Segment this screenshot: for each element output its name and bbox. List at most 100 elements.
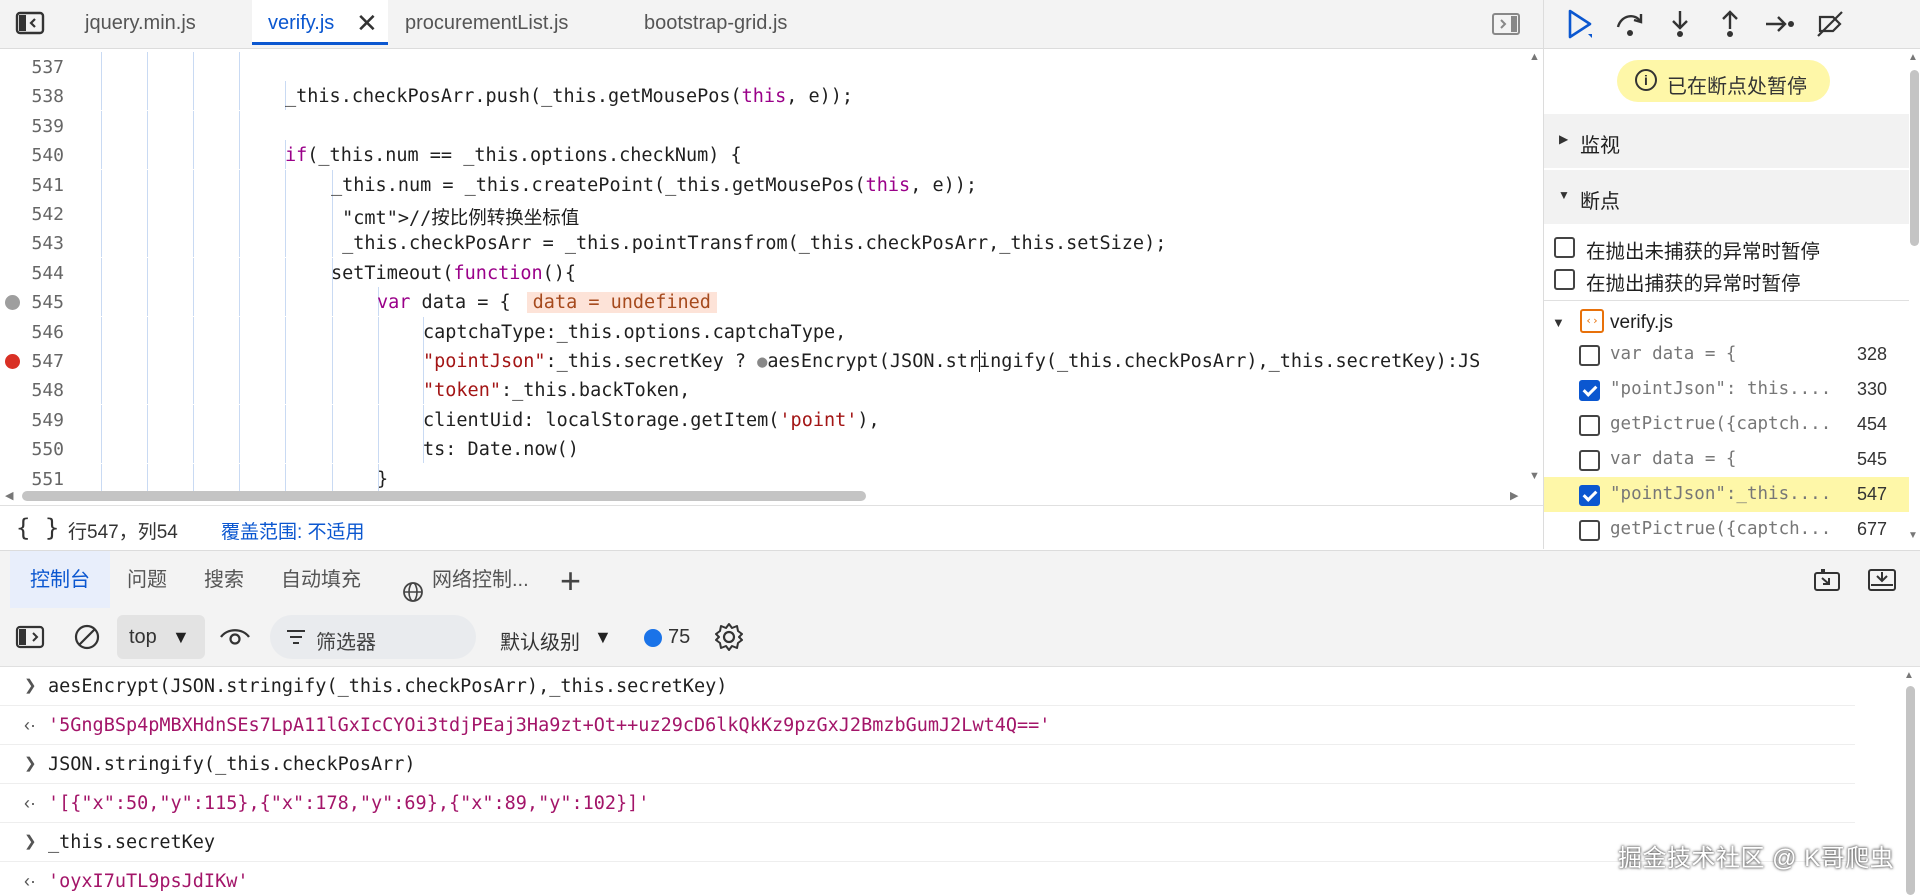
step-out-icon[interactable]: [1712, 6, 1748, 42]
console-vertical-scrollbar[interactable]: [1906, 686, 1915, 895]
gear-icon[interactable]: [712, 621, 746, 653]
pretty-print-icon[interactable]: { }: [16, 514, 59, 542]
tab-verify[interactable]: verify.js ✕: [252, 0, 388, 45]
close-icon[interactable]: ✕: [356, 0, 378, 46]
toggle-navigator-icon[interactable]: [14, 10, 46, 36]
editor-horizontal-scrollbar[interactable]: [22, 491, 866, 501]
sidebar-toggle-icon[interactable]: [14, 624, 46, 650]
line-number[interactable]: 537: [0, 57, 64, 78]
line-number[interactable]: 539: [0, 116, 64, 137]
console-result-entry[interactable]: ‹· '5GngBSp4pMBXHdnSEs7LpA11lGxIcCYOi3tdj…: [0, 706, 1855, 745]
breakpoint-item[interactable]: var data = {328: [1544, 337, 1909, 372]
code-line[interactable]: 548 "token":_this.backToken,: [0, 375, 1530, 405]
clear-console-icon[interactable]: [72, 622, 102, 652]
breakpoint-item[interactable]: getPictrue({captch... 454: [1544, 407, 1909, 442]
tab-bootstrap-grid[interactable]: bootstrap-grid.js: [644, 0, 787, 48]
dock-bottom-icon[interactable]: [1866, 567, 1898, 593]
resume-icon[interactable]: [1562, 6, 1598, 42]
deactivate-breakpoints-icon[interactable]: [1812, 6, 1848, 42]
console-input-entry[interactable]: ❯ aesEncrypt(JSON.stringify(_this.checkPo…: [0, 667, 1855, 706]
tab-network-conditions[interactable]: 网络控制...: [400, 551, 529, 609]
eye-icon[interactable]: [218, 622, 252, 652]
message-count-badge[interactable]: 75: [642, 615, 712, 659]
indent-guide: [239, 169, 240, 199]
log-level-selector[interactable]: 默认级别 ▼: [500, 615, 618, 659]
breakpoint-checkbox[interactable]: [1579, 345, 1600, 366]
code-line[interactable]: 551}: [0, 463, 1530, 493]
code-line[interactable]: 538 _this.checkPosArr.push(_this.getMouse…: [0, 81, 1530, 111]
line-number[interactable]: 550: [0, 439, 64, 460]
line-number[interactable]: 551: [0, 469, 64, 490]
code-line[interactable]: 541 _this.num = _this.createPoint(_this.g…: [0, 169, 1530, 199]
console-input-entry[interactable]: ❯ JSON.stringify(_this.checkPosArr): [0, 745, 1855, 784]
line-number[interactable]: 548: [0, 380, 64, 401]
breakpoints-section-header[interactable]: ▼ 断点: [1544, 170, 1909, 224]
debugger-scroll-up-icon[interactable]: ▲: [1908, 52, 1918, 63]
step-icon[interactable]: [1762, 6, 1798, 42]
line-number[interactable]: 543: [0, 233, 64, 254]
context-selector[interactable]: top ▼: [117, 615, 205, 659]
code-line[interactable]: 539: [0, 110, 1530, 140]
undock-icon[interactable]: [1812, 567, 1844, 593]
step-over-icon[interactable]: [1612, 6, 1648, 42]
add-tab-icon[interactable]: +: [560, 560, 581, 602]
pause-uncaught-checkbox[interactable]: [1554, 237, 1575, 258]
tab-search[interactable]: 搜索: [204, 551, 244, 609]
code-editor[interactable]: 537 538 _this.checkPosArr.push(_this.getMo…: [0, 49, 1543, 504]
line-number[interactable]: 540: [0, 145, 64, 166]
tab-autofill[interactable]: 自动填充: [281, 551, 361, 609]
breakpoint-checkbox[interactable]: [1579, 485, 1600, 506]
breakpoint-file-row[interactable]: ▼ ‹› verify.js: [1544, 306, 1909, 338]
breakpoint-checkbox[interactable]: [1579, 380, 1600, 401]
watch-section-header[interactable]: ▶ 监视: [1544, 114, 1909, 168]
code-line[interactable]: 537: [0, 52, 1530, 81]
code-line[interactable]: 544 setTimeout(function(){: [0, 257, 1530, 287]
console-scroll-up-icon[interactable]: ▲: [1904, 670, 1914, 681]
toggle-debugger-icon[interactable]: [1490, 12, 1522, 36]
indent-guide: [239, 52, 240, 81]
code-line[interactable]: 547 "pointJson":_this.secretKey ? ●aesEnc…: [0, 346, 1530, 375]
code-line[interactable]: 550 ts: Date.now(): [0, 434, 1530, 464]
pause-caught-checkbox[interactable]: [1554, 269, 1575, 290]
code-line[interactable]: 540 if(_this.num == _this.options.checkNu…: [0, 140, 1530, 170]
pause-uncaught-option[interactable]: 在抛出未捕获的异常时暂停: [1544, 232, 1909, 264]
debugger-scroll-down-icon[interactable]: ▼: [1908, 530, 1918, 541]
breakpoint-checkbox[interactable]: [1579, 520, 1600, 541]
console-result-entry[interactable]: ‹· 'oyxI7uTL9psJdIKw': [0, 862, 1855, 895]
code-line[interactable]: 543 _this.checkPosArr = _this.pointTrans…: [0, 228, 1530, 258]
coverage-link[interactable]: 覆盖范围: 不适用: [221, 517, 365, 544]
pause-caught-option[interactable]: 在抛出捕获的异常时暂停: [1544, 264, 1909, 296]
editor-scroll-down-icon[interactable]: ▼: [1529, 470, 1540, 482]
code-line[interactable]: 549 clientUid: localStorage.getItem('poin…: [0, 404, 1530, 434]
tab-procurementlist[interactable]: procurementList.js: [405, 0, 568, 48]
breakpoint-item[interactable]: "pointJson": this.... 330: [1544, 372, 1909, 407]
tab-console[interactable]: 控制台: [10, 551, 110, 609]
step-into-icon[interactable]: [1662, 6, 1698, 42]
line-number[interactable]: 544: [0, 263, 64, 284]
console-result-entry[interactable]: ‹· '[{"x":50,"y":115},{"x":178,"y":69},{"…: [0, 784, 1855, 823]
editor-scroll-right-icon[interactable]: ▶: [1510, 489, 1518, 502]
console-input-entry[interactable]: ❯ _this.secretKey: [0, 823, 1855, 862]
code-line[interactable]: 545 var data = {data = undefined: [0, 287, 1530, 317]
debugger-vertical-scrollbar[interactable]: [1910, 70, 1919, 246]
breakpoint-checkbox[interactable]: [1579, 415, 1600, 436]
code-line[interactable]: 546 captchaType:_this.options.captchaType…: [0, 316, 1530, 346]
line-number[interactable]: 542: [0, 204, 64, 225]
breakpoint-item[interactable]: var data = {545: [1544, 442, 1909, 477]
line-number[interactable]: 549: [0, 410, 64, 431]
line-number[interactable]: 538: [0, 86, 64, 107]
line-number[interactable]: 546: [0, 322, 64, 343]
tab-issues[interactable]: 问题: [127, 551, 167, 609]
active-breakpoint-marker[interactable]: [5, 354, 20, 369]
breakpoint-item[interactable]: "pointJson":_this.... 547: [1544, 477, 1909, 512]
tab-jquery[interactable]: jquery.min.js: [85, 0, 196, 48]
editor-scroll-left-icon[interactable]: ◀: [5, 489, 13, 502]
editor-scroll-up-icon[interactable]: ▲: [1529, 51, 1540, 63]
filter-input[interactable]: 筛选器: [270, 615, 476, 659]
indent-guide: [285, 169, 286, 199]
line-number[interactable]: 541: [0, 175, 64, 196]
code-line[interactable]: 542 "cmt">//按比例转换坐标值: [0, 199, 1530, 229]
breakpoint-code: var data = {: [1610, 344, 1737, 364]
breakpoint-item[interactable]: getPictrue({captch... 677: [1544, 512, 1909, 547]
breakpoint-checkbox[interactable]: [1579, 450, 1600, 471]
